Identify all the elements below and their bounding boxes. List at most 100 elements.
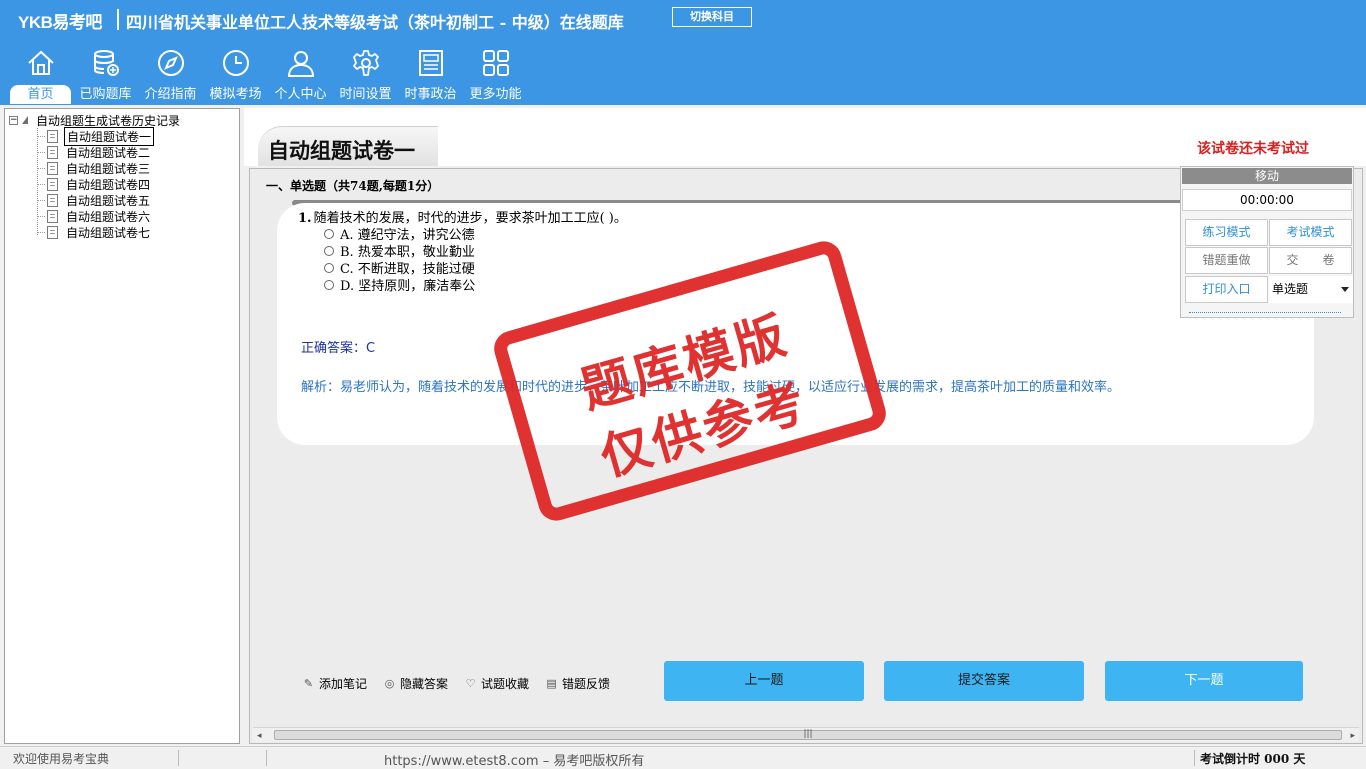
radio-button[interactable]: [324, 245, 334, 256]
tree-children: 自动组题试卷一 自动组题试卷二 自动组题试卷三 自动组题试卷四 自动组题试卷五 …: [37, 126, 155, 240]
document-icon: [47, 161, 58, 175]
feedback-button[interactable]: ▤ 错题反馈: [545, 675, 610, 692]
document-icon: [47, 209, 58, 223]
radio-button[interactable]: [324, 279, 334, 290]
user-icon: [287, 51, 314, 77]
eye-icon: ◎: [384, 677, 395, 690]
newspaper-icon: [418, 50, 443, 76]
tree-item-label: 自动组题试卷三: [66, 161, 151, 176]
floating-control-panel: 移动 00:00:00 练习模式 考试模式 错题重做 交 卷 打印入口 单选题: [1180, 166, 1354, 318]
section-title: 一、单选题（共74题,每题1分）: [266, 179, 440, 193]
tree-item[interactable]: 自动组题试卷三: [37, 160, 154, 176]
nav-current-affairs[interactable]: 时事政治: [398, 46, 463, 104]
question-number: 1.: [298, 211, 312, 226]
tree-item-label: 自动组题试卷六: [66, 209, 151, 224]
correct-answer: 正确答案：C: [301, 341, 376, 356]
nav-guide[interactable]: 介绍指南: [138, 46, 203, 104]
triangle-icon: [22, 116, 28, 124]
status-divider: [178, 750, 179, 766]
nav-label: 模拟考场: [209, 87, 262, 102]
chevron-down-icon: [1341, 287, 1349, 292]
question-type-select[interactable]: 单选题: [1269, 276, 1353, 303]
nav-label: 时事政治: [404, 87, 457, 102]
switch-subject-button[interactable]: 切换科目: [672, 7, 752, 27]
tree-item-label: 自动组题试卷七: [66, 225, 151, 240]
main-nav: 首页 已购题库 介绍指南 模拟考场 个人中心 时间设置 时事政治 更多功能: [8, 46, 528, 104]
redo-wrong-button[interactable]: 错题重做: [1185, 247, 1268, 274]
app-title: 四川省机关事业单位工人技术等级考试（茶叶初制工 - 中级）在线题库: [126, 13, 624, 32]
radio-button[interactable]: [324, 262, 334, 273]
hide-answer-button[interactable]: ◎ 隐藏答案: [383, 675, 448, 692]
feedback-icon: ▤: [546, 677, 557, 690]
tool-label: 错题反馈: [562, 677, 611, 691]
nav-purchased[interactable]: 已购题库: [73, 46, 138, 104]
horizontal-scrollbar[interactable]: ◂ ||| ▸: [253, 727, 1359, 742]
document-icon: [47, 193, 58, 207]
nav-mock-exam[interactable]: 模拟考场: [203, 46, 268, 104]
nav-label: 更多功能: [469, 87, 522, 102]
option-b[interactable]: B. 热爱本职，敬业勤业: [324, 242, 475, 260]
tree-item-label: 自动组题试卷二: [66, 145, 151, 160]
document-icon: [47, 225, 58, 239]
tree-item[interactable]: 自动组题试卷六: [37, 208, 154, 224]
tool-label: 隐藏答案: [400, 677, 449, 691]
grid-icon: [482, 50, 509, 76]
move-handle[interactable]: 移动: [1182, 168, 1352, 184]
tree-item[interactable]: 自动组题试卷五: [37, 192, 154, 208]
exam-status: 该试卷还未考试过: [1197, 141, 1309, 157]
gear-icon: [352, 50, 379, 76]
exam-timer: 00:00:00: [1182, 189, 1352, 211]
copyright-text: https://www.etest8.com – 易考吧版权所有: [384, 754, 645, 769]
nav-more[interactable]: 更多功能: [463, 46, 528, 104]
hand-in-button[interactable]: 交 卷: [1269, 247, 1352, 274]
print-button[interactable]: 打印入口: [1185, 276, 1268, 303]
tree-item[interactable]: 自动组题试卷四: [37, 176, 154, 192]
grip-icon: |||: [803, 729, 813, 739]
header-divider: [117, 9, 119, 30]
clock-icon: [222, 50, 249, 76]
add-note-button[interactable]: ✎ 添加笔记: [302, 675, 367, 692]
nav-label: 首页: [10, 85, 71, 104]
status-bar: 欢迎使用易考宝典 https://www.etest8.com – 易考吧版权所…: [0, 746, 1366, 769]
submit-answer-button[interactable]: 提交答案: [884, 661, 1084, 701]
brand-logo: YKB易考吧: [18, 13, 102, 32]
next-question-button[interactable]: 下一题: [1105, 661, 1303, 701]
option-label: D. 坚持原则，廉洁奉公: [340, 279, 476, 294]
tree-item[interactable]: 自动组题试卷二: [37, 144, 154, 160]
tree-item[interactable]: 自动组题试卷七: [37, 224, 154, 240]
collapse-icon[interactable]: −: [9, 115, 18, 125]
pencil-icon: ✎: [303, 677, 314, 690]
nav-time-settings[interactable]: 时间设置: [333, 46, 398, 104]
nav-label: 时间设置: [339, 87, 392, 102]
app-header: YKB易考吧 四川省机关事业单位工人技术等级考试（茶叶初制工 - 中级）在线题库…: [0, 0, 1366, 105]
option-d[interactable]: D. 坚持原则，廉洁奉公: [324, 276, 476, 294]
radio-button[interactable]: [324, 228, 334, 239]
scroll-right-icon[interactable]: ▸: [1350, 731, 1355, 741]
home-icon: [27, 50, 54, 75]
welcome-text: 欢迎使用易考宝典: [13, 752, 110, 766]
options-list: A. 遵纪守法，讲究公德 B. 热爱本职，敬业勤业 C. 不断进取，技能过硬 D…: [324, 225, 476, 294]
compass-icon: [157, 50, 184, 76]
tree-item[interactable]: 自动组题试卷一: [37, 126, 155, 146]
database-icon: [93, 50, 119, 76]
scroll-left-icon[interactable]: ◂: [257, 731, 262, 741]
prev-question-button[interactable]: 上一题: [664, 661, 864, 701]
option-a[interactable]: A. 遵纪守法，讲究公德: [324, 225, 475, 243]
nav-profile[interactable]: 个人中心: [268, 46, 333, 104]
nav-home[interactable]: 首页: [8, 46, 73, 104]
scrollbar-thumb[interactable]: |||: [274, 729, 1342, 740]
practice-mode-button[interactable]: 练习模式: [1185, 219, 1268, 246]
tree-item-label: 自动组题试卷五: [66, 193, 151, 208]
exam-mode-button[interactable]: 考试模式: [1269, 219, 1352, 246]
panel-resize-edge: [1189, 312, 1341, 313]
option-c[interactable]: C. 不断进取，技能过硬: [324, 259, 475, 277]
nav-label: 介绍指南: [144, 87, 197, 102]
document-icon: [47, 145, 58, 159]
status-divider: [1194, 750, 1195, 766]
nav-label: 已购题库: [79, 87, 132, 102]
favorite-button[interactable]: ♡ 试题收藏: [464, 675, 529, 692]
heart-icon: ♡: [465, 677, 476, 690]
history-tree: − 自动组题生成试卷历史记录 自动组题试卷一 自动组题试卷二 自动组题试卷三 自…: [4, 108, 240, 744]
document-icon: [47, 129, 58, 143]
page-title: 自动组题试卷一: [268, 138, 415, 163]
